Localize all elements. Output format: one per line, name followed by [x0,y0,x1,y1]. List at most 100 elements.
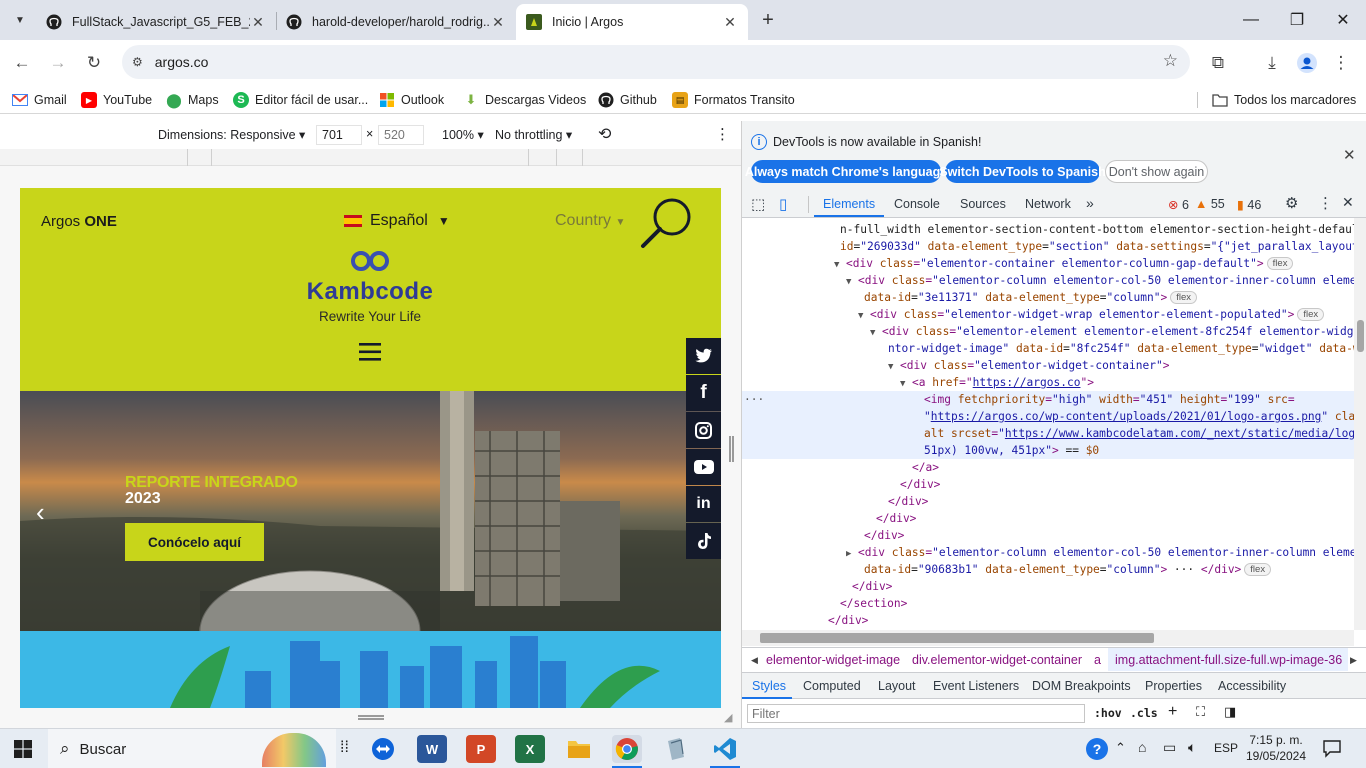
throttling-select[interactable]: No throttling ▾ [495,127,572,142]
inspect-element-icon[interactable]: ⬚ [751,195,765,213]
dom-line[interactable]: </div> [742,476,1354,493]
height-input[interactable]: 520 [378,125,424,145]
taskbar-search[interactable]: ⌕ Buscar [48,729,336,768]
corner-resize-handle[interactable]: ◢ [724,711,732,724]
devtools-menu-icon[interactable]: ⋮ [1318,194,1333,212]
subtab-layout[interactable]: Layout [878,679,916,693]
dom-line[interactable]: </div> [742,578,1354,595]
battery-icon[interactable]: ▭ [1163,739,1176,756]
tab-argos[interactable]: Inicio | Argos ✕ [516,4,748,40]
subtab-computed[interactable]: Computed [803,679,861,693]
hero-arrow-left-icon[interactable]: ‹ [36,497,45,528]
extensions-icon[interactable]: ⧉ [1205,50,1231,76]
tray-chevron-icon[interactable]: ⌃ [1115,740,1126,756]
bookmark-maps[interactable]: ⬤ Maps [166,91,218,109]
breadcrumb-1[interactable]: elementor-widget-image [766,653,900,667]
download-icon[interactable]: ⤓ [1259,50,1285,76]
facebook-icon[interactable]: f [686,375,721,411]
bookmark-formatos[interactable]: ▤ Formatos Transito [672,91,795,109]
flex-badge[interactable]: flex [1266,257,1294,270]
node-actions-icon[interactable]: ··· [744,391,764,408]
bookmark-gmail[interactable]: Gmail [12,91,67,109]
dom-line[interactable]: </a> [742,459,1354,476]
cls-toggle[interactable]: .cls [1130,706,1158,720]
breadcrumb-3[interactable]: a [1094,653,1101,667]
tab-search-button[interactable]: ▼ [8,8,32,32]
brand-label[interactable]: Argos ONE [41,213,117,230]
vertical-resize-handle[interactable] [729,436,734,462]
hamburger-menu-icon[interactable] [359,342,381,365]
breadcrumb-prev-icon[interactable]: ◀ [751,655,758,666]
collapse-triangle-icon[interactable]: ▼ [846,274,851,289]
teamviewer-icon[interactable] [368,735,398,763]
task-view-icon[interactable]: ⁞⁞ [340,739,349,757]
close-icon[interactable]: ✕ [722,14,738,31]
dom-line[interactable]: </section> [742,595,1354,612]
powerpoint-icon[interactable]: P [466,735,496,763]
tab-sources[interactable]: Sources [960,197,1006,211]
rotate-icon[interactable]: ⟲ [598,124,611,144]
collapse-triangle-icon[interactable]: ▼ [900,376,905,391]
dom-line[interactable]: data-id="3e11371" data-element_type="col… [742,289,1354,306]
dom-line[interactable]: ntor-widget-image" data-id="8fc254f" dat… [742,340,1354,357]
close-devtools-icon[interactable]: ✕ [1342,194,1354,211]
sidebar-toggle-icon[interactable]: ◨ [1224,704,1236,720]
reload-icon[interactable]: ↻ [81,50,107,76]
language-selector[interactable]: Español ▼ [344,212,450,230]
bookmark-star-icon[interactable]: ☆ [1163,51,1178,71]
dom-line[interactable]: "https://argos.co/wp-content/uploads/202… [742,408,1354,425]
dom-line[interactable]: ▼ <div class="elementor-container elemen… [742,255,1354,272]
dom-line[interactable]: </div> [742,612,1354,629]
expand-triangle-icon[interactable]: ▶ [846,546,851,561]
dom-line[interactable]: ▶ <div class="elementor-column elementor… [742,544,1354,561]
elements-tree[interactable]: n-full_width elementor-section-content-b… [742,218,1354,630]
settings-gear-icon[interactable]: ⚙ [1285,194,1298,212]
subtab-dom-breakpoints[interactable]: DOM Breakpoints [1032,679,1131,693]
bookmark-editor[interactable]: S Editor fácil de usar... [233,91,368,109]
error-count[interactable]: ⊗ 6 [1168,197,1189,212]
issues-count[interactable]: ▮ 46 [1237,197,1261,212]
site-info-icon[interactable]: ⚙ [132,55,143,69]
dom-line[interactable]: </div> [742,493,1354,510]
new-tab-button[interactable]: + [756,8,780,32]
dom-line[interactable]: ▼ <div class="elementor-element elemento… [742,323,1354,340]
dimensions-select[interactable]: Dimensions: Responsive ▾ [158,127,305,142]
vscode-icon[interactable] [710,735,740,763]
subtab-event-listeners[interactable]: Event Listeners [933,679,1019,693]
device-toggle-icon[interactable]: ▯ [779,195,787,213]
dom-line[interactable]: ▼ <div class="elementor-widget-container… [742,357,1354,374]
kambcode-logo-icon[interactable] [350,250,390,275]
bookmark-descargas[interactable]: ⬇ Descargas Videos [463,91,587,109]
new-rule-icon[interactable]: + [1168,703,1177,721]
bookmark-outlook[interactable]: Outlook [379,91,444,109]
tab-console[interactable]: Console [894,197,940,211]
back-icon[interactable]: ← [9,50,35,76]
instagram-icon[interactable] [686,412,721,448]
dom-line[interactable]: </div> [742,510,1354,527]
dom-line[interactable]: ▼ <div class="elementor-column elementor… [742,272,1354,289]
menu-kebab-icon[interactable]: ⋮ [1328,50,1354,76]
minimize-icon[interactable]: — [1228,0,1274,40]
zoom-select[interactable]: 100% ▾ [442,127,484,142]
hero-cta-button[interactable]: Conócelo aquí [125,523,264,561]
dont-show-again-button[interactable]: Don't show again [1105,160,1208,183]
chrome-icon[interactable] [612,735,642,763]
word-icon[interactable]: W [417,735,447,763]
breadcrumb-2[interactable]: div.elementor-widget-container [912,653,1082,667]
dom-line[interactable]: ▼ <a href="https://argos.co"> [742,374,1354,391]
dom-line[interactable]: data-id="90683b1" data-element_type="col… [742,561,1354,578]
dom-line[interactable]: ▼ <div class="elementor-widget-wrap elem… [742,306,1354,323]
element-state-icon[interactable]: ⛶ [1196,704,1205,720]
search-icon[interactable] [638,195,696,254]
horizontal-scrollbar[interactable] [742,630,1354,646]
hov-toggle[interactable]: :hov [1094,706,1122,720]
tab-network[interactable]: Network [1025,197,1071,211]
horizontal-resize-handle[interactable] [358,715,384,720]
help-icon[interactable]: ? [1086,738,1108,760]
linkedin-icon[interactable]: in [686,486,721,522]
tiktok-icon[interactable] [686,523,721,559]
clock[interactable]: 7:15 p. m. 19/05/2024 [1242,732,1310,764]
file-explorer-icon[interactable] [564,735,594,763]
tab-elements[interactable]: Elements [823,197,875,211]
start-button[interactable] [14,740,32,761]
